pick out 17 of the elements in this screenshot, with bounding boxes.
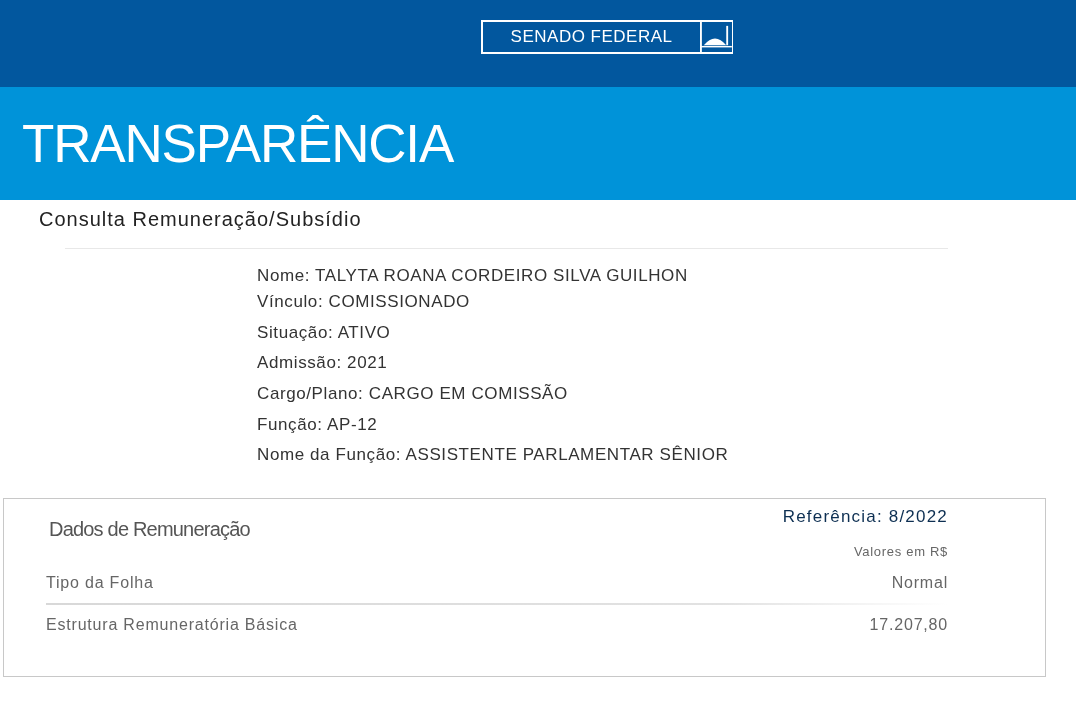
detail-line: Vínculo: COMISSIONADO xyxy=(257,291,470,313)
row-label: Estrutura Remuneratória Básica xyxy=(46,615,298,636)
detail-line: Cargo/Plano: CARGO EM COMISSÃO xyxy=(257,383,568,406)
detail-line: Admissão: 2021 xyxy=(257,352,388,375)
banner-title: TRANSPARÊNCIA xyxy=(22,113,454,175)
page-title: Consulta Remuneração/Subsídio xyxy=(39,207,362,231)
detail-line: Função: AP-12 xyxy=(257,413,378,436)
brand-name: SENADO FEDERAL xyxy=(509,26,674,48)
row-value: 17.207,80 xyxy=(869,615,948,636)
row-value: Normal xyxy=(891,573,948,594)
detail-line: Nome da Função: ASSISTENTE PARLAMENTAR SÊNIOR xyxy=(257,444,729,467)
currency-note: Valores em R$ xyxy=(853,543,948,562)
panel-title: Dados de Remuneração xyxy=(49,517,250,542)
row-label: Tipo da Folha xyxy=(46,573,154,594)
detail-line: Nome: TALYTA ROANA CORDEIRO SILVA GUILHON xyxy=(257,265,688,287)
detail-line: Situação: ATIVO xyxy=(257,321,391,344)
reference-period: Referência: 8/2022 xyxy=(782,506,948,529)
